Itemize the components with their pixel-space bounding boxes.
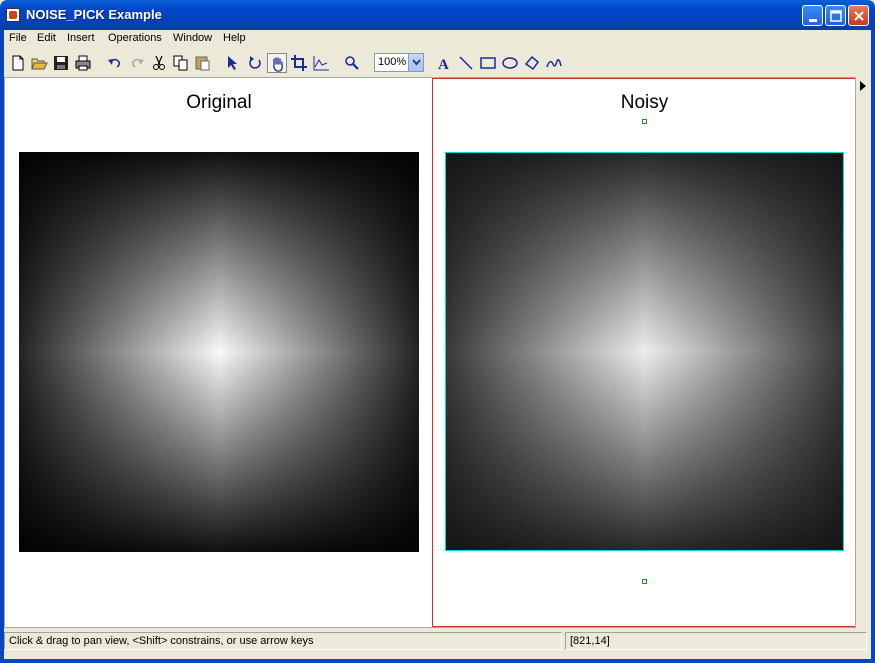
select-arrow-icon bbox=[228, 56, 237, 70]
zoom-button[interactable] bbox=[342, 53, 362, 73]
svg-text:A: A bbox=[438, 57, 449, 72]
zoom-select[interactable]: 100% bbox=[374, 53, 424, 72]
paste-button[interactable] bbox=[193, 53, 213, 73]
zoom-dropdown-button[interactable] bbox=[408, 54, 423, 71]
rotate-button[interactable] bbox=[245, 53, 265, 73]
plot-icon bbox=[313, 56, 329, 71]
cut-button[interactable] bbox=[149, 53, 169, 73]
status-bar: Click & drag to pan view, <Shift> constr… bbox=[4, 631, 871, 651]
new-icon bbox=[12, 55, 24, 71]
undo-button[interactable] bbox=[105, 53, 125, 73]
crop-button[interactable] bbox=[289, 53, 309, 73]
maximize-button[interactable] bbox=[825, 5, 846, 26]
select-button[interactable] bbox=[223, 53, 243, 73]
noise-texture bbox=[446, 153, 843, 550]
toolbar: 100% A bbox=[4, 50, 871, 77]
expand-arrow-icon[interactable] bbox=[860, 81, 866, 91]
plot-button[interactable] bbox=[311, 53, 331, 73]
maximize-icon bbox=[830, 10, 842, 22]
polygon-button[interactable] bbox=[522, 53, 542, 73]
zoom-value: 100% bbox=[378, 56, 407, 68]
rectangle-icon bbox=[480, 57, 496, 69]
menu-edit[interactable]: Edit bbox=[37, 32, 56, 44]
pan-button[interactable] bbox=[267, 53, 287, 73]
image-canvas[interactable]: Original Noisy bbox=[4, 77, 856, 628]
line-icon bbox=[459, 56, 473, 70]
close-icon bbox=[854, 11, 864, 21]
ellipse-button[interactable] bbox=[500, 53, 520, 73]
original-image[interactable] bbox=[19, 152, 419, 552]
app-icon[interactable] bbox=[6, 8, 20, 22]
menu-file[interactable]: File bbox=[9, 32, 27, 44]
print-icon bbox=[75, 55, 91, 71]
crop-icon bbox=[291, 55, 307, 71]
window-border-left bbox=[0, 30, 4, 663]
noisy-image[interactable] bbox=[445, 152, 844, 551]
status-coords: [821,14] bbox=[570, 635, 610, 647]
status-coords-panel: [821,14] bbox=[565, 632, 867, 650]
original-title: Original bbox=[186, 92, 252, 113]
save-button[interactable] bbox=[51, 53, 71, 73]
paste-icon bbox=[195, 56, 210, 71]
minimize-icon bbox=[809, 19, 817, 22]
zoom-icon bbox=[345, 56, 359, 70]
redo-icon bbox=[131, 58, 144, 68]
freehand-button[interactable] bbox=[544, 53, 564, 73]
noisy-title: Noisy bbox=[620, 92, 669, 113]
freehand-icon bbox=[546, 59, 562, 68]
save-icon bbox=[54, 56, 68, 70]
rectangle-button[interactable] bbox=[478, 53, 498, 73]
text-icon: A bbox=[438, 57, 449, 72]
line-button[interactable] bbox=[456, 53, 476, 73]
status-message-panel: Click & drag to pan view, <Shift> constr… bbox=[4, 632, 562, 650]
menu-operations[interactable]: Operations bbox=[108, 32, 162, 44]
window-border-right bbox=[871, 30, 875, 663]
title-bar[interactable]: NOISE_PICK Example bbox=[0, 0, 875, 30]
window-title: NOISE_PICK Example bbox=[26, 7, 162, 22]
close-button[interactable] bbox=[848, 5, 869, 26]
chevron-down-icon bbox=[412, 59, 421, 66]
polygon-icon bbox=[524, 55, 540, 71]
pan-hand-icon bbox=[273, 57, 283, 72]
redo-button[interactable] bbox=[127, 53, 147, 73]
menu-insert[interactable]: Insert bbox=[67, 32, 95, 44]
ellipse-icon bbox=[502, 57, 518, 69]
copy-button[interactable] bbox=[171, 53, 191, 73]
undo-icon bbox=[108, 58, 121, 68]
menu-bar: File Edit Insert Operations Window Help bbox=[4, 30, 871, 49]
cut-icon bbox=[153, 55, 165, 70]
open-button[interactable] bbox=[29, 53, 49, 73]
new-button[interactable] bbox=[8, 53, 28, 73]
window-border-bottom bbox=[0, 659, 875, 663]
status-message: Click & drag to pan view, <Shift> constr… bbox=[9, 635, 314, 647]
menu-window[interactable]: Window bbox=[173, 32, 212, 44]
selection-handle-bottom[interactable] bbox=[642, 579, 647, 584]
app-window: NOISE_PICK Example File Edit Insert Oper… bbox=[0, 0, 875, 663]
text-button[interactable]: A bbox=[434, 53, 454, 73]
copy-icon bbox=[173, 55, 188, 71]
print-button[interactable] bbox=[73, 53, 93, 73]
menu-help[interactable]: Help bbox=[223, 32, 246, 44]
open-icon bbox=[31, 58, 48, 70]
minimize-button[interactable] bbox=[802, 5, 823, 26]
selection-handle-top[interactable] bbox=[642, 119, 647, 124]
rotate-icon bbox=[249, 56, 261, 69]
